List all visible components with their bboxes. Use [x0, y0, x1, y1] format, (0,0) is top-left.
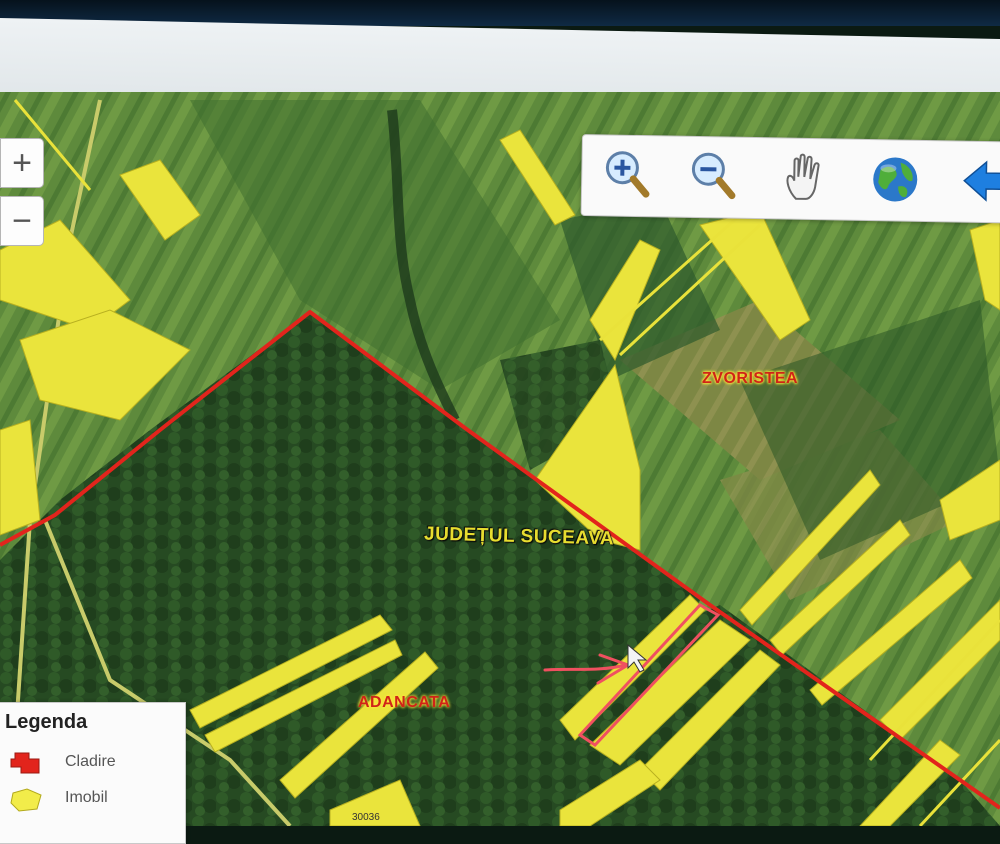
magnifier-plus-icon — [600, 147, 655, 202]
parcel-number: 30036 — [352, 812, 380, 823]
building-icon — [7, 751, 47, 777]
legend-title: Legenda — [5, 711, 87, 734]
legend-panel: Legenda Cladire Imobil — [0, 702, 186, 844]
legend-item-cladire: Cladire — [7, 751, 183, 779]
arrow-left-icon — [958, 154, 1000, 209]
legend-item-imobil: Imobil — [7, 787, 183, 815]
locality-label-zvoristea: ZVORISTEA — [702, 370, 798, 388]
globe-icon — [868, 152, 923, 207]
map-tools-panel — [581, 134, 1000, 224]
legend-item-label: Cladire — [65, 753, 116, 771]
zoom-in-tool[interactable] — [600, 147, 655, 202]
locality-label-adancata: ADANCATA — [358, 694, 450, 712]
legend-item-label: Imobil — [65, 789, 108, 807]
parcel-icon — [7, 787, 47, 813]
zoom-out-button[interactable]: − — [0, 196, 44, 246]
hand-icon — [778, 150, 833, 205]
full-extent-tool[interactable] — [868, 152, 923, 207]
zoom-out-tool[interactable] — [686, 149, 741, 204]
back-tool[interactable] — [958, 154, 1000, 209]
zoom-in-button[interactable]: + — [0, 138, 44, 188]
magnifier-minus-icon — [686, 149, 741, 204]
pan-tool[interactable] — [778, 150, 833, 205]
